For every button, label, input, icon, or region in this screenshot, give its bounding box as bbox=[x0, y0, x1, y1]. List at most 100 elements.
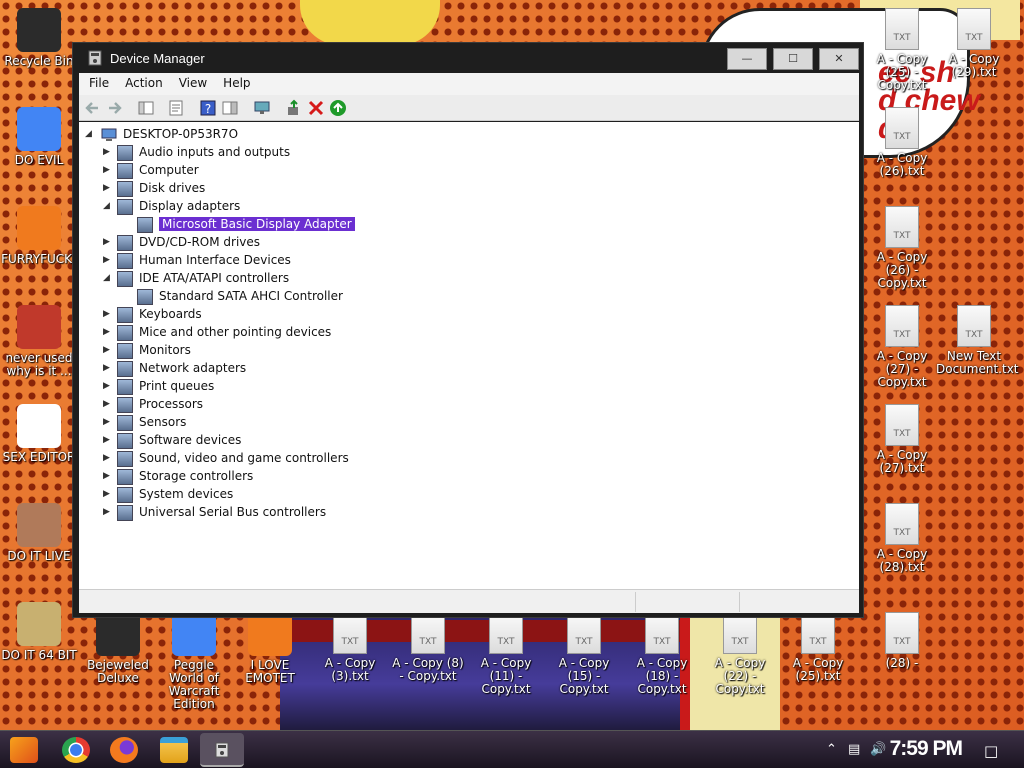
desktop-icon[interactable]: TXT A - Copy (28).txt bbox=[864, 503, 940, 574]
desktop-icon[interactable]: SEX EDITOR bbox=[1, 404, 77, 464]
app-icon bbox=[17, 404, 61, 448]
expand-arrow-icon[interactable]: ▶ bbox=[103, 472, 112, 481]
desktop-icon-label: A - Copy (11) - Copy.txt bbox=[480, 656, 532, 696]
expand-arrow-icon[interactable]: ▶ bbox=[103, 382, 112, 391]
expand-arrow-icon[interactable]: ▶ bbox=[103, 166, 112, 175]
device-manager-icon bbox=[88, 50, 102, 66]
properties-icon[interactable] bbox=[167, 99, 185, 117]
device-manager-window[interactable]: Device Manager — ☐ ✕ File Action View Help … bbox=[72, 42, 864, 618]
expand-arrow-icon[interactable]: ▶ bbox=[103, 490, 112, 499]
expand-arrow-icon[interactable]: ▶ bbox=[103, 454, 112, 463]
start-icon[interactable] bbox=[10, 737, 38, 763]
device-manager-taskbar-button[interactable] bbox=[200, 733, 244, 767]
network-adapter-icon bbox=[117, 361, 133, 377]
text-file-icon: TXT bbox=[957, 305, 991, 347]
scan-hardware-icon[interactable] bbox=[253, 99, 271, 117]
desktop-icon[interactable]: TXT A - Copy (15) - Copy.txt bbox=[546, 612, 622, 696]
expand-arrow-icon[interactable]: ▶ bbox=[103, 256, 112, 265]
desktop-icon[interactable]: TXT A - Copy (26).txt bbox=[864, 107, 940, 178]
computer-root-icon bbox=[101, 128, 117, 141]
desktop-icon[interactable]: TXT A - Copy (27) - Copy.txt bbox=[864, 305, 940, 389]
desktop-icon[interactable]: TXT A - Copy (3).txt bbox=[312, 612, 388, 683]
help-icon[interactable]: ? bbox=[199, 99, 217, 117]
desktop-icon-label: DO IT 64 BIT bbox=[1, 648, 77, 662]
desktop-icon-label: Recycle Bin bbox=[4, 54, 74, 68]
svg-text:?: ? bbox=[205, 102, 211, 116]
expand-arrow-icon[interactable]: ▶ bbox=[103, 328, 112, 337]
desktop-icon[interactable]: DO EVIL bbox=[1, 107, 77, 167]
desktop-icon[interactable]: TXT A - Copy (29).txt bbox=[936, 8, 1012, 79]
collapse-arrow-icon[interactable]: ◢ bbox=[103, 202, 112, 211]
status-divider bbox=[739, 592, 740, 612]
show-hide-console-tree-icon[interactable] bbox=[137, 99, 155, 117]
desktop-icon[interactable]: TXT A - Copy (27).txt bbox=[864, 404, 940, 475]
desktop-icon[interactable]: Peggle World of Warcraft Edition bbox=[156, 612, 232, 711]
notifications-icon[interactable]: □ bbox=[984, 742, 998, 760]
action-pane-icon[interactable] bbox=[221, 99, 239, 117]
show-hidden-icons-icon[interactable]: ⌃ bbox=[826, 742, 837, 757]
network-icon[interactable]: ▤ bbox=[848, 742, 860, 757]
enable-device-icon[interactable] bbox=[329, 99, 347, 117]
expand-arrow-icon[interactable]: ▶ bbox=[103, 508, 112, 517]
tree-item-label: Microsoft Basic Display Adapter bbox=[158, 216, 356, 232]
collapse-arrow-icon[interactable]: ◢ bbox=[103, 274, 112, 283]
collapse-arrow-icon[interactable]: ◢ bbox=[85, 130, 94, 139]
usb-icon bbox=[117, 505, 133, 521]
menu-help[interactable]: Help bbox=[213, 73, 256, 90]
forward-arrow-icon[interactable] bbox=[106, 99, 124, 117]
text-file-icon: TXT bbox=[885, 107, 919, 149]
expand-arrow-icon[interactable]: ▶ bbox=[103, 418, 112, 427]
menu-view[interactable]: View bbox=[169, 73, 213, 90]
text-file-icon: TXT bbox=[885, 503, 919, 545]
firefox-icon[interactable] bbox=[110, 737, 138, 763]
volume-icon[interactable]: 🔊 bbox=[870, 742, 886, 757]
desktop-icon[interactable]: TXT A - Copy (22) - Copy.txt bbox=[702, 612, 778, 696]
tree-item-label: Universal Serial Bus controllers bbox=[139, 505, 327, 519]
desktop-icon[interactable]: TXT (28) - bbox=[864, 612, 940, 670]
desktop-icon[interactable]: never used why is it ... bbox=[1, 305, 77, 378]
desktop-icon[interactable]: TXT A - Copy (18) - Copy.txt bbox=[624, 612, 700, 696]
expand-arrow-icon[interactable]: ▶ bbox=[103, 184, 112, 193]
text-file-icon: TXT bbox=[885, 404, 919, 446]
desktop-icon[interactable]: TXT A - Copy (25).txt bbox=[780, 612, 856, 683]
app-icon bbox=[248, 612, 292, 656]
uninstall-device-icon[interactable] bbox=[307, 99, 325, 117]
expand-arrow-icon[interactable]: ▶ bbox=[103, 436, 112, 445]
expand-arrow-icon[interactable]: ▶ bbox=[103, 400, 112, 409]
sensor-icon bbox=[117, 415, 133, 431]
update-driver-icon[interactable] bbox=[285, 99, 303, 117]
title-bar[interactable]: Device Manager — ☐ ✕ bbox=[73, 43, 863, 73]
clock[interactable]: 7:59 PM bbox=[890, 737, 963, 761]
expand-arrow-icon[interactable]: ▶ bbox=[103, 238, 112, 247]
sata-controller-icon bbox=[137, 289, 153, 305]
tree-item-label: Standard SATA AHCI Controller bbox=[159, 289, 343, 303]
desktop-icon[interactable]: TXT A - Copy (25) - Copy.txt bbox=[864, 8, 940, 92]
desktop-icon-label: A - Copy (26).txt bbox=[876, 151, 928, 178]
desktop-icon[interactable]: TXT A - Copy (11) - Copy.txt bbox=[468, 612, 544, 696]
minimize-button[interactable]: — bbox=[727, 48, 767, 70]
desktop-icon[interactable]: TXT A - Copy (8) - Copy.txt bbox=[390, 612, 466, 683]
menu-file[interactable]: File bbox=[79, 73, 115, 90]
expand-arrow-icon[interactable]: ▶ bbox=[103, 148, 112, 157]
expand-arrow-icon[interactable]: ▶ bbox=[103, 310, 112, 319]
device-tree[interactable]: ◢ DESKTOP-0P53R7O ▶ Audio inputs and outp… bbox=[79, 122, 859, 589]
tree-item-label: Print queues bbox=[139, 379, 215, 393]
close-button[interactable]: ✕ bbox=[819, 48, 859, 70]
back-arrow-icon[interactable] bbox=[83, 99, 101, 117]
tree-item-label: Audio inputs and outputs bbox=[139, 145, 291, 159]
app-icon bbox=[17, 503, 61, 547]
desktop-icon[interactable]: Bejeweled Deluxe bbox=[80, 612, 156, 685]
chrome-icon[interactable] bbox=[62, 737, 90, 763]
file-explorer-icon[interactable] bbox=[160, 737, 188, 763]
desktop-icon[interactable]: Recycle Bin bbox=[1, 8, 77, 68]
desktop-icon[interactable]: DO IT 64 BIT bbox=[1, 602, 77, 662]
desktop-icon[interactable]: TXT A - Copy (26) - Copy.txt bbox=[864, 206, 940, 290]
maximize-button[interactable]: ☐ bbox=[773, 48, 813, 70]
expand-arrow-icon[interactable]: ▶ bbox=[103, 346, 112, 355]
desktop-icon[interactable]: FURRYFUCK! bbox=[1, 206, 77, 266]
desktop-icon[interactable]: I LOVE EMOTET bbox=[232, 612, 308, 685]
expand-arrow-icon[interactable]: ▶ bbox=[103, 364, 112, 373]
desktop-icon[interactable]: TXT New Text Document.txt bbox=[936, 305, 1019, 376]
menu-action[interactable]: Action bbox=[115, 73, 169, 90]
desktop-icon[interactable]: DO IT LIVE bbox=[1, 503, 77, 563]
